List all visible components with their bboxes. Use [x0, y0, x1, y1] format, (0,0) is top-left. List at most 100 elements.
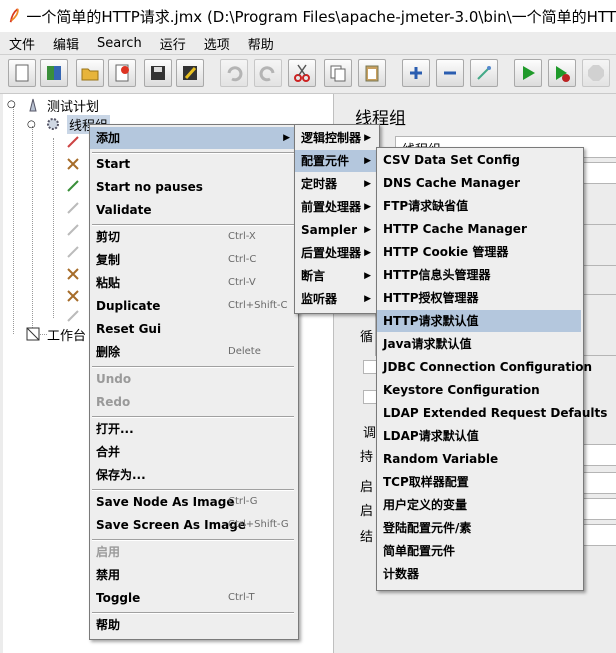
config-csv-data-set[interactable]: CSV Data Set Config: [377, 149, 581, 171]
menu-item-reset-gui[interactable]: Reset Gui: [90, 318, 296, 340]
menu-item-copy[interactable]: 复制 Ctrl-C: [90, 249, 296, 271]
menu-item-add[interactable]: 添加 ▶: [90, 127, 296, 149]
menu-item-paste[interactable]: 粘贴 Ctrl-V: [90, 272, 296, 294]
forever-checkbox[interactable]: [363, 360, 377, 374]
templates-button[interactable]: [40, 59, 68, 87]
menu-item-validate[interactable]: Validate: [90, 199, 296, 221]
window-title: 一个简单的HTTP请求.jmx (D:\Program Files\apache…: [26, 7, 616, 26]
save-as-button[interactable]: [176, 59, 204, 87]
close-button[interactable]: [108, 59, 136, 87]
sampler-icon: [67, 180, 79, 192]
toggle-button[interactable]: [470, 59, 498, 87]
redo-icon: [259, 66, 275, 82]
config-keystore[interactable]: Keystore Configuration: [377, 379, 581, 401]
menu-item-enable: 启用: [96, 545, 121, 559]
collapse-toggle-icon[interactable]: ○: [27, 119, 43, 135]
close-file-icon: [115, 64, 129, 82]
element-icon: [67, 246, 79, 258]
menu-search[interactable]: Search: [88, 36, 151, 51]
jmeter-feather-icon: [9, 8, 19, 23]
stop-button[interactable]: [582, 59, 610, 87]
config-java-request-defaults[interactable]: Java请求默认值: [377, 333, 581, 355]
menu-file[interactable]: 文件: [0, 34, 44, 53]
config-simple-config[interactable]: 简单配置元件: [377, 540, 581, 562]
collapse-toggle-icon[interactable]: ○: [7, 99, 23, 115]
end-time-label: 结: [360, 530, 374, 545]
start-button[interactable]: [514, 59, 542, 87]
config-http-auth-manager[interactable]: HTTP授权管理器: [377, 287, 581, 309]
menu-item-merge[interactable]: 合并: [90, 441, 296, 463]
undo-button[interactable]: [220, 59, 248, 87]
config-dns-cache-manager[interactable]: DNS Cache Manager: [377, 172, 581, 194]
copy-button[interactable]: [324, 59, 352, 87]
menu-item-disable[interactable]: 禁用: [90, 564, 296, 586]
menu-item-toggle[interactable]: Toggle Ctrl-T: [90, 587, 296, 609]
menu-help[interactable]: 帮助: [239, 34, 283, 53]
submenu-assertion[interactable]: 断言 ▶: [295, 265, 377, 287]
menu-edit[interactable]: 编辑: [44, 34, 88, 53]
menu-item-save-node-as-image[interactable]: Save Node As Image Ctrl-G: [90, 491, 296, 513]
submenu-pre-processor[interactable]: 前置处理器 ▶: [295, 196, 377, 218]
submenu-timer[interactable]: 定时器 ▶: [295, 173, 377, 195]
config-http-header-manager[interactable]: HTTP信息头管理器: [377, 264, 581, 286]
cut-button[interactable]: [288, 59, 316, 87]
paste-button[interactable]: [358, 59, 386, 87]
config-ldap-extended-defaults[interactable]: LDAP Extended Request Defaults: [377, 402, 607, 424]
config-ftp-defaults[interactable]: FTP请求缺省值: [377, 195, 581, 217]
expand-button[interactable]: [402, 59, 430, 87]
config-jdbc-connection[interactable]: JDBC Connection Configuration: [377, 356, 592, 378]
config-http-request-defaults[interactable]: HTTP请求默认值: [377, 310, 581, 332]
duration-field[interactable]: [583, 444, 616, 466]
tree-test-plan[interactable]: 测试计划: [47, 96, 99, 115]
submenu-post-processor[interactable]: 后置处理器 ▶: [295, 242, 377, 264]
config-element-submenu: CSV Data Set Config DNS Cache Manager FT…: [376, 147, 607, 591]
new-button[interactable]: [8, 59, 36, 87]
menu-item-help[interactable]: 帮助: [90, 614, 296, 636]
start-time-label: 启: [360, 504, 374, 519]
gear-icon: [47, 118, 59, 130]
config-user-defined-variables[interactable]: 用户定义的变量: [377, 494, 581, 516]
sampler-icon: [67, 158, 79, 170]
start-no-pauses-button[interactable]: [548, 59, 576, 87]
config-counter[interactable]: 计数器: [377, 563, 581, 585]
menu-item-cut[interactable]: 剪切 Ctrl-X: [90, 226, 296, 248]
end-time-field[interactable]: [583, 524, 616, 546]
config-tcp-sampler-config[interactable]: TCP取样器配置: [377, 471, 581, 493]
menu-item-start-no-pauses[interactable]: Start no pauses: [90, 176, 296, 198]
menu-item-save-screen-as-image[interactable]: Save Screen As Image Ctrl+Shift-G: [90, 514, 296, 536]
submenu-config-element[interactable]: 配置元件 ▶: [295, 150, 377, 172]
start-time-field[interactable]: [583, 498, 616, 520]
tree-workbench[interactable]: 工作台: [47, 325, 86, 344]
config-ldap-defaults[interactable]: LDAP请求默认值: [377, 425, 581, 447]
submenu-listener[interactable]: 监听器 ▶: [295, 288, 377, 310]
sampler-icon: [67, 268, 79, 280]
open-button[interactable]: [76, 59, 104, 87]
submenu-arrow-icon: ▶: [364, 179, 371, 189]
menu-item-save-as[interactable]: 保存为...: [90, 464, 296, 486]
element-icon: [67, 310, 79, 322]
templates-icon: [47, 66, 61, 80]
context-menu: 添加 ▶ Start Start no pauses Validate 剪切 Ctr…: [89, 124, 299, 640]
config-login-config[interactable]: 登陆配置元件/素: [377, 517, 581, 539]
startup-delay-field[interactable]: [583, 472, 616, 494]
menu-item-open[interactable]: 打开...: [90, 418, 296, 440]
toolbar: [0, 55, 616, 94]
submenu-arrow-icon: ▶: [364, 156, 371, 166]
menu-item-duplicate[interactable]: Duplicate Ctrl+Shift-C: [90, 295, 296, 317]
save-button[interactable]: [144, 59, 172, 87]
menu-item-delete[interactable]: 删除 Delete: [90, 341, 296, 363]
save-icon: [151, 66, 165, 80]
submenu-sampler[interactable]: Sampler ▶: [295, 219, 377, 241]
collapse-button[interactable]: [436, 59, 464, 87]
submenu-logic-controller[interactable]: 逻辑控制器 ▶: [295, 127, 377, 149]
config-http-cookie-manager[interactable]: HTTP Cookie 管理器: [377, 241, 581, 263]
loop-label: 循: [360, 330, 374, 345]
menu-item-start[interactable]: Start: [90, 153, 296, 175]
menu-options[interactable]: 选项: [195, 34, 239, 53]
config-http-cache-manager[interactable]: HTTP Cache Manager: [377, 218, 581, 240]
delay-checkbox[interactable]: [363, 390, 377, 404]
config-random-variable[interactable]: Random Variable: [377, 448, 581, 470]
redo-button[interactable]: [254, 59, 282, 87]
duration-label: 持: [360, 450, 374, 465]
menu-run[interactable]: 运行: [151, 34, 195, 53]
